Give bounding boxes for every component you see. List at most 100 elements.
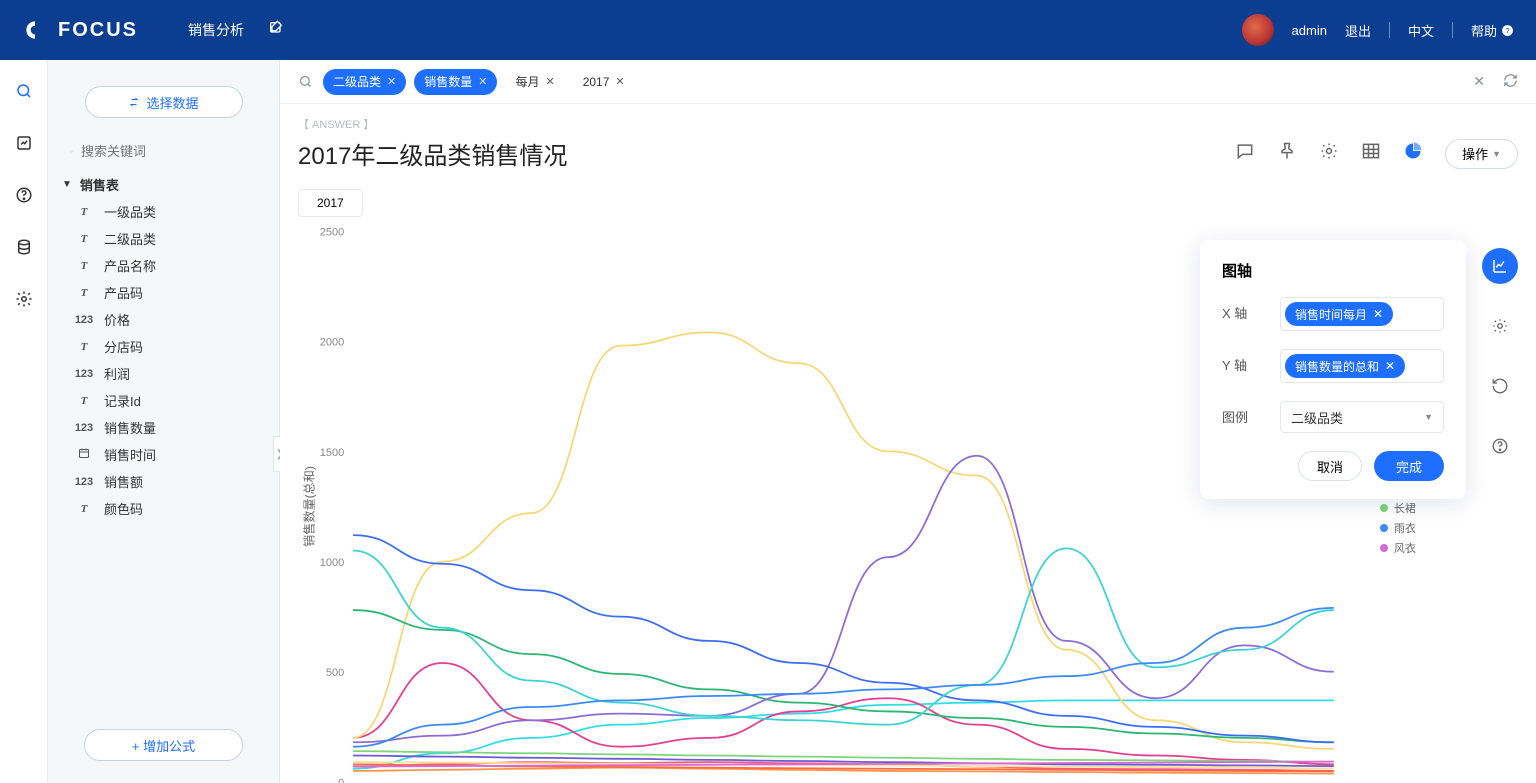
close-icon[interactable]: ✕ — [545, 75, 554, 88]
legend-label: 风衣 — [1394, 540, 1416, 556]
caret-down-icon: ▼ — [62, 179, 72, 190]
caret-down-icon: ▼ — [1492, 149, 1501, 159]
avatar[interactable] — [1242, 14, 1274, 46]
field-item[interactable]: T颜色码 — [48, 495, 279, 522]
field-type-icon: 123 — [74, 476, 94, 488]
field-type-icon: T — [74, 503, 94, 515]
query-pill[interactable]: 二级品类✕ — [323, 69, 406, 95]
legend-label: 长裙 — [1394, 500, 1416, 516]
confirm-button[interactable]: 完成 — [1374, 451, 1444, 481]
exchange-icon — [128, 96, 140, 108]
field-label: 产品码 — [104, 283, 143, 302]
field-item[interactable]: 123利润 — [48, 360, 279, 387]
field-type-icon: 123 — [74, 368, 94, 380]
field-item[interactable]: 123价格 — [48, 306, 279, 333]
settings-icon[interactable] — [1319, 141, 1339, 166]
select-datasource-label: 选择数据 — [146, 93, 198, 112]
comment-icon[interactable] — [1235, 141, 1255, 166]
xaxis-label: X 轴 — [1222, 297, 1266, 322]
yaxis-tag[interactable]: 销售数量的总和 ✕ — [1285, 354, 1405, 378]
svg-text:销售数量(总和): 销售数量(总和) — [301, 466, 316, 547]
field-label: 一级品类 — [104, 202, 156, 221]
yaxis-tagbox[interactable]: 销售数量的总和 ✕ — [1280, 349, 1444, 383]
info-icon[interactable] — [1482, 428, 1518, 464]
nav-sales-analysis[interactable]: 销售分析 — [188, 20, 244, 40]
close-icon[interactable]: ✕ — [387, 75, 396, 88]
field-search[interactable] — [70, 144, 257, 159]
add-formula-button[interactable]: + 增加公式 — [84, 729, 243, 761]
topbar: FOCUS 销售分析 admin 退出 中文 帮助 ? — [0, 0, 1536, 60]
answer-tag: 【 ANSWER 】 — [298, 116, 1536, 132]
operations-button[interactable]: 操作▼ — [1445, 139, 1518, 169]
legend-select[interactable]: 二级品类 ▼ — [1280, 401, 1444, 433]
rail-settings-icon[interactable] — [15, 290, 33, 308]
query-bar: 二级品类✕销售数量✕每月✕2017✕ ✕ — [280, 60, 1536, 104]
close-icon[interactable]: ✕ — [615, 75, 624, 88]
logout-link[interactable]: 退出 — [1345, 21, 1371, 40]
close-icon[interactable]: ✕ — [1373, 307, 1383, 321]
logo-icon — [22, 17, 48, 43]
xaxis-tag[interactable]: 销售时间每月 ✕ — [1285, 302, 1393, 326]
select-datasource-button[interactable]: 选择数据 — [85, 86, 243, 118]
year-tab[interactable]: 2017 — [298, 189, 363, 217]
field-item[interactable]: 123销售额 — [48, 468, 279, 495]
field-label: 销售数量 — [104, 418, 156, 437]
field-label: 产品名称 — [104, 256, 156, 275]
legend-item[interactable]: 雨衣 — [1380, 520, 1466, 536]
field-type-icon: T — [74, 260, 94, 272]
close-icon[interactable]: ✕ — [478, 75, 487, 88]
field-type-icon: T — [74, 341, 94, 353]
legend-select-value: 二级品类 — [1291, 408, 1343, 427]
help-link[interactable]: 帮助 ? — [1471, 21, 1514, 40]
rail-data-icon[interactable] — [15, 238, 33, 256]
chart-icon[interactable] — [1403, 141, 1423, 166]
field-item[interactable]: T二级品类 — [48, 225, 279, 252]
field-type-icon: T — [74, 395, 94, 407]
field-item[interactable]: T一级品类 — [48, 198, 279, 225]
field-item[interactable]: T 记录Id — [48, 387, 279, 414]
clear-query-icon[interactable]: ✕ — [1473, 73, 1485, 91]
xaxis-tag-label: 销售时间每月 — [1295, 306, 1367, 323]
legend-item[interactable]: 长裙 — [1380, 500, 1466, 516]
lang-link[interactable]: 中文 — [1408, 21, 1434, 40]
field-label: 记录Id — [104, 391, 141, 410]
yaxis-tag-label: 销售数量的总和 — [1295, 358, 1379, 375]
field-item[interactable]: T 产品名称 — [48, 252, 279, 279]
help-label: 帮助 — [1471, 21, 1497, 40]
legend-item[interactable]: 风衣 — [1380, 540, 1466, 556]
field-type-icon: T — [74, 233, 94, 245]
pin-icon[interactable] — [1277, 141, 1297, 166]
axis-config-icon[interactable] — [1482, 248, 1518, 284]
field-label: 价格 — [104, 310, 130, 329]
caret-down-icon: ▼ — [1424, 412, 1433, 422]
cancel-button[interactable]: 取消 — [1298, 451, 1362, 481]
legend-swatch-icon — [1380, 524, 1388, 532]
refresh-icon[interactable] — [1503, 73, 1518, 91]
search-icon — [298, 74, 313, 89]
field-item[interactable]: 销售时间 — [48, 441, 279, 468]
field-type-icon — [74, 447, 94, 462]
rail-help-icon[interactable] — [15, 186, 33, 204]
table-icon[interactable] — [1361, 141, 1381, 166]
query-pill[interactable]: 2017✕ — [573, 69, 635, 95]
field-item[interactable]: T产品码 — [48, 279, 279, 306]
reset-icon[interactable] — [1482, 368, 1518, 404]
xaxis-tagbox[interactable]: 销售时间每月 ✕ — [1280, 297, 1444, 331]
nav-rail — [0, 60, 48, 783]
legend-swatch-icon — [1380, 504, 1388, 512]
chart-settings-icon[interactable] — [1482, 308, 1518, 344]
field-label: 销售时间 — [104, 445, 156, 464]
rail-search-icon[interactable] — [15, 82, 33, 100]
field-item[interactable]: T分店码 — [48, 333, 279, 360]
edit-icon[interactable] — [268, 20, 284, 41]
svg-text:500: 500 — [326, 667, 344, 679]
tree-table[interactable]: ▼ 销售表 — [48, 171, 279, 198]
field-search-input[interactable] — [81, 144, 257, 159]
query-pill-label: 销售数量 — [424, 73, 472, 90]
field-item[interactable]: 123销售数量 — [48, 414, 279, 441]
query-pill[interactable]: 销售数量 ✕ — [414, 69, 497, 95]
rail-pinboard-icon[interactable] — [15, 134, 33, 152]
logo: FOCUS — [22, 17, 138, 43]
close-icon[interactable]: ✕ — [1385, 359, 1395, 373]
query-pill[interactable]: 每月✕ — [505, 69, 564, 95]
